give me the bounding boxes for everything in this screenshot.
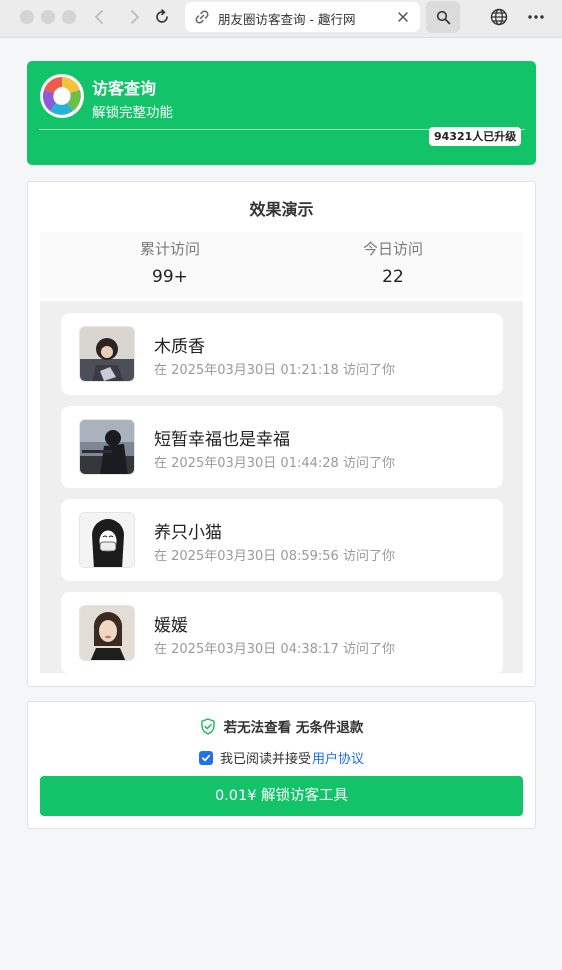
stat-value: 99+ [152,267,188,287]
visitor-name: 媛媛 [154,616,188,636]
back-button[interactable] [86,3,114,31]
visitor-list[interactable]: 木质香 在 2025年03月30日 01:21:18 访问了你 短暂幸福也是幸福… [40,301,523,673]
user-agreement-link[interactable]: 用户协议 [312,748,364,767]
header-card: 访客查询 解锁完整功能 94321人已升级 [27,61,536,165]
more-button[interactable] [524,5,548,29]
forward-icon [131,10,139,24]
reload-icon [156,9,168,23]
avatar [79,512,135,568]
app-logo [40,74,84,118]
unlock-button[interactable]: 0.01¥ 解锁访客工具 [40,776,523,816]
visit-time: 在 2025年03月30日 01:21:18 访问了你 [154,363,395,378]
visitor-name: 木质香 [154,337,205,357]
avatar [79,326,135,382]
search-button[interactable] [426,1,460,33]
window-zoom-light[interactable] [62,10,76,24]
browser-tab[interactable]: 朋友圈访客查询 - 趣行网 [185,2,420,32]
header-title: 访客查询 [92,79,157,98]
link-icon [195,10,209,24]
agree-checkbox[interactable] [198,750,213,765]
back-icon [95,10,103,24]
stat-today-visits: 今日访问 22 [293,238,493,287]
avatar [79,419,135,475]
translate-button[interactable] [487,5,511,29]
checkmark-icon [201,754,211,761]
shield-check-icon [200,717,215,735]
demo-title: 效果演示 [249,200,314,219]
list-item: 木质香 在 2025年03月30日 01:21:18 访问了你 [61,313,503,395]
visitor-name: 短暂幸福也是幸福 [154,430,290,450]
visit-time: 在 2025年03月30日 04:38:17 访问了你 [154,642,395,657]
tab-close-button[interactable] [394,8,412,26]
visitor-name: 养只小猫 [154,523,222,543]
visit-time: 在 2025年03月30日 01:44:28 访问了你 [154,456,395,471]
stat-total-visits: 累计访问 99+ [70,238,270,287]
reload-button[interactable] [148,3,176,31]
agreement-row: 我已阅读并接受 用户协议 [28,748,535,767]
avatar [79,605,135,661]
browser-toolbar: 朋友圈访客查询 - 趣行网 [0,0,562,38]
stat-value: 22 [382,267,404,287]
payment-card: 若无法查看 无条件退款 我已阅读并接受 用户协议 0.01¥ 解锁访客工具 [27,701,536,829]
list-item: 媛媛 在 2025年03月30日 04:38:17 访问了你 [61,592,503,673]
forward-button[interactable] [120,3,148,31]
visit-stats: 累计访问 99+ 今日访问 22 [40,232,523,298]
stat-label: 今日访问 [362,240,423,258]
visit-time: 在 2025年03月30日 08:59:56 访问了你 [154,549,395,564]
demo-card: 效果演示 累计访问 99+ 今日访问 22 木质香 在 2025年03月30日 … [27,181,536,687]
refund-notice: 若无法查看 无条件退款 [28,716,535,736]
tab-title: 朋友圈访客查询 - 趣行网 [218,12,356,27]
upgrade-count-badge: 94321人已升级 [429,127,522,146]
close-icon [398,12,408,22]
refund-text: 若无法查看 无条件退款 [223,720,364,736]
stat-label: 累计访问 [139,240,200,258]
globe-icon [490,8,508,26]
agree-text: 我已阅读并接受 [219,752,311,767]
header-subtitle: 解锁完整功能 [92,105,173,121]
list-item: 养只小猫 在 2025年03月30日 08:59:56 访问了你 [61,499,503,581]
window-minimize-light[interactable] [41,10,55,24]
search-icon [436,10,450,24]
more-icon [528,15,544,19]
list-item: 短暂幸福也是幸福 在 2025年03月30日 01:44:28 访问了你 [61,406,503,488]
window-close-light[interactable] [20,10,34,24]
